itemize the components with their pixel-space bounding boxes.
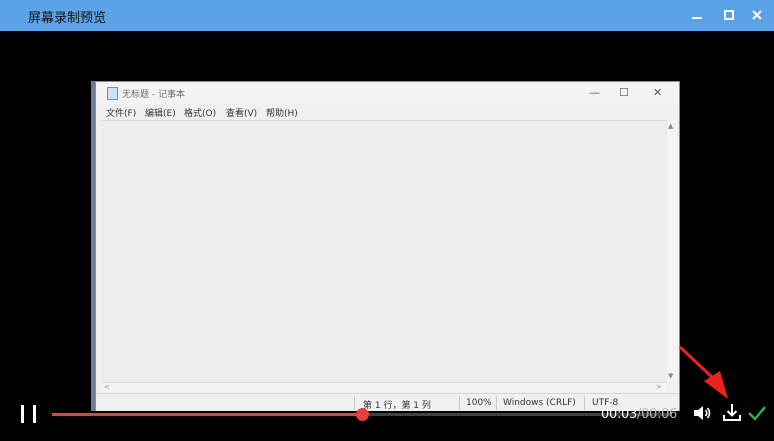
pause-icon bbox=[21, 405, 36, 423]
title-bar: 屏幕录制预览 bbox=[0, 0, 774, 31]
scroll-left-icon: < bbox=[104, 383, 110, 391]
pause-button[interactable] bbox=[18, 403, 40, 425]
progress-bar[interactable] bbox=[52, 408, 672, 421]
notepad-menu-edit: 编辑(E) bbox=[145, 109, 176, 119]
notepad-minimize-icon: — bbox=[589, 86, 600, 99]
annotation-arrow-icon bbox=[678, 345, 728, 399]
minimize-icon bbox=[692, 17, 702, 19]
checkmark-icon bbox=[748, 406, 766, 421]
time-display: 00:03/00:06 bbox=[601, 407, 677, 422]
notepad-horizontal-scrollbar: < > bbox=[102, 382, 667, 392]
close-icon bbox=[752, 10, 762, 20]
recorded-notepad-frame: 无标题 - 记事本 — ☐ ✕ 文件(F) 编辑(E) 格式(O) 查看(V) … bbox=[95, 81, 680, 411]
notepad-text-area bbox=[102, 120, 667, 382]
notepad-title-bar: 无标题 - 记事本 — ☐ ✕ bbox=[96, 82, 679, 104]
notepad-menu-file: 文件(F) bbox=[106, 109, 137, 119]
notepad-vertical-scrollbar: ▲ ▼ bbox=[667, 120, 677, 382]
notepad-status-bar: 第 1 行，第 1 列 100% Windows (CRLF) UTF-8 bbox=[96, 393, 679, 411]
close-button[interactable] bbox=[748, 6, 766, 24]
notepad-menu-bar: 文件(F) 编辑(E) 格式(O) 查看(V) 帮助(H) bbox=[96, 104, 679, 120]
status-zoom: 100% bbox=[466, 398, 492, 408]
status-divider bbox=[584, 396, 585, 410]
status-line-ending: Windows (CRLF) bbox=[503, 398, 576, 408]
download-icon bbox=[723, 404, 741, 421]
confirm-button[interactable] bbox=[746, 402, 768, 424]
progress-fill bbox=[52, 413, 362, 416]
window-title: 屏幕录制预览 bbox=[28, 11, 107, 26]
scroll-up-icon: ▲ bbox=[668, 122, 674, 130]
minimize-button[interactable] bbox=[688, 6, 706, 24]
notepad-title: 无标题 - 记事本 bbox=[122, 90, 185, 100]
status-divider bbox=[459, 396, 460, 410]
notepad-menu-format: 格式(O) bbox=[184, 109, 217, 119]
download-button[interactable] bbox=[721, 402, 743, 424]
status-divider bbox=[496, 396, 497, 410]
maximize-button[interactable] bbox=[720, 6, 738, 24]
progress-handle[interactable] bbox=[356, 408, 369, 421]
total-time: 00:06 bbox=[641, 407, 678, 422]
notepad-close-icon: ✕ bbox=[653, 86, 663, 99]
notepad-icon bbox=[107, 87, 118, 100]
scroll-right-icon: > bbox=[656, 383, 662, 391]
maximize-icon bbox=[724, 10, 734, 20]
notepad-maximize-icon: ☐ bbox=[619, 86, 629, 99]
volume-icon bbox=[694, 406, 711, 420]
status-position: 第 1 行，第 1 列 bbox=[363, 401, 431, 411]
volume-button[interactable] bbox=[691, 402, 713, 424]
status-divider bbox=[354, 396, 355, 410]
notepad-menu-view: 查看(V) bbox=[226, 109, 258, 119]
current-time: 00:03 bbox=[601, 407, 637, 422]
notepad-menu-help: 帮助(H) bbox=[266, 109, 298, 119]
